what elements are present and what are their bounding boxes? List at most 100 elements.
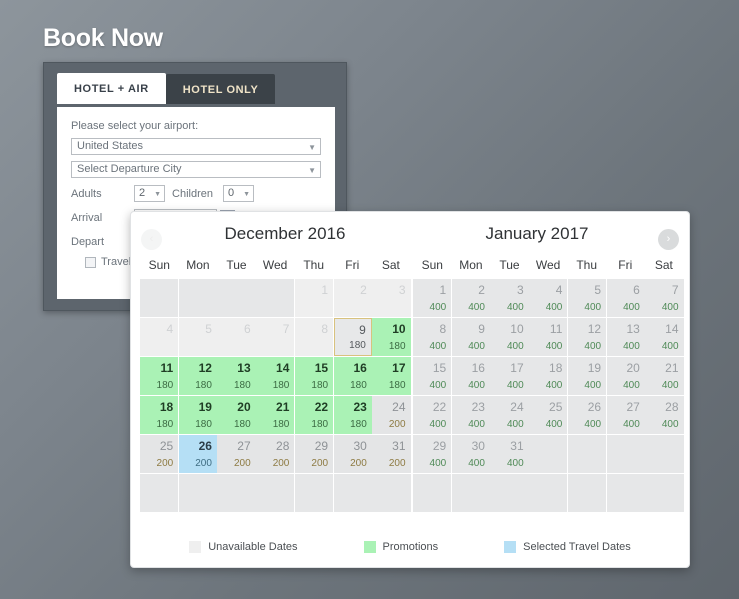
calendar-day-price: 400 — [506, 341, 524, 352]
calendar-day-cell[interactable]: 30 400 — [451, 435, 490, 473]
calendar-day-number: 9 — [359, 323, 366, 337]
calendar-empty-cell — [451, 474, 490, 512]
calendar-day-cell[interactable]: 27 200 — [217, 435, 256, 473]
calendar-day-cell[interactable]: 12 180 — [178, 357, 217, 395]
calendar-day-cell[interactable]: 10 180 — [372, 318, 411, 356]
calendar-day-number: 16 — [353, 361, 367, 375]
calendar-day-cell[interactable]: 27 400 — [606, 396, 645, 434]
calendar-day-cell[interactable]: 7 400 — [645, 279, 684, 317]
calendar-popup: ‹ December 2016 January 2017 › Sun Mon Tue… — [130, 211, 690, 568]
calendar-day-cell[interactable]: 16 180 — [333, 357, 372, 395]
calendar-day-price: 400 — [584, 302, 602, 313]
children-select[interactable]: 0 ▼ — [223, 185, 254, 202]
calendar-day-cell[interactable]: 28 400 — [645, 396, 684, 434]
calendar-day-number: 5 — [205, 322, 212, 336]
tab-hotel-only-label: HOTEL ONLY — [182, 84, 259, 96]
legend-swatch — [504, 541, 517, 553]
calendar-empty-cell — [372, 474, 411, 512]
calendar-day-cell[interactable]: 22 400 — [413, 396, 452, 434]
calendar-day-cell[interactable]: 7 — [256, 318, 295, 356]
calendar-day-cell[interactable]: 29 400 — [413, 435, 452, 473]
calendar-day-cell[interactable]: 31 200 — [372, 435, 411, 473]
calendar-day-cell[interactable]: 5 400 — [567, 279, 607, 317]
arrival-label: Arrival — [71, 211, 103, 224]
country-select[interactable]: United States ▼ — [71, 138, 321, 155]
chevron-down-icon: ▼ — [308, 143, 316, 152]
day-of-week-label: Mon — [186, 258, 210, 272]
country-select-value: United States — [77, 140, 144, 152]
calendar-day-cell[interactable]: 25 200 — [140, 435, 179, 473]
calendar-day-cell[interactable]: 11 400 — [529, 318, 568, 356]
calendar-day-cell[interactable]: 18 400 — [529, 357, 568, 395]
day-of-week-row: Sun Mon Tue Wed Thu Fri Sat — [140, 258, 411, 279]
calendar-day-price: 400 — [468, 419, 485, 430]
calendar-day-cell[interactable]: 19 400 — [567, 357, 607, 395]
calendar-day-cell[interactable]: 29 200 — [294, 435, 334, 473]
calendar-empty-cell — [256, 474, 295, 512]
calendar-day-cell[interactable]: 2 400 — [451, 279, 490, 317]
calendar-day-number: 27 — [626, 400, 640, 414]
calendar-day-cell[interactable]: 31 400 — [490, 435, 529, 473]
calendar-day-cell[interactable]: 9 180 — [333, 318, 372, 356]
calendar-day-cell[interactable]: 15 400 — [413, 357, 452, 395]
calendar-day-number: 11 — [160, 361, 174, 375]
calendar-day-number: 5 — [594, 283, 602, 297]
calendar-day-cell[interactable]: 23 400 — [451, 396, 490, 434]
calendar-day-cell[interactable]: 10 400 — [490, 318, 529, 356]
calendar-day-cell[interactable]: 2 — [333, 279, 372, 317]
calendar-day-cell[interactable]: 26 400 — [567, 396, 607, 434]
calendar-day-cell[interactable]: 30 200 — [333, 435, 372, 473]
tab-hotel-air[interactable]: HOTEL + AIR — [57, 73, 166, 104]
calendar-day-number: 29 — [314, 439, 329, 453]
travel-agent-checkbox[interactable] — [85, 256, 96, 268]
adults-select[interactable]: 2 ▼ — [134, 185, 165, 202]
calendar-day-cell[interactable]: 8 — [294, 318, 334, 356]
calendar-day-cell[interactable]: 3 400 — [490, 279, 529, 317]
calendar-day-price: 180 — [311, 419, 329, 430]
calendar-day-cell[interactable]: 6 — [217, 318, 256, 356]
adults-label: Adults — [71, 187, 102, 200]
calendar-day-cell[interactable]: 5 — [178, 318, 217, 356]
calendar-day-cell[interactable]: 9 400 — [451, 318, 490, 356]
calendar-day-cell[interactable]: 20 180 — [217, 396, 256, 434]
calendar-day-cell[interactable]: 17 400 — [490, 357, 529, 395]
calendar-day-number: 20 — [237, 400, 251, 414]
calendar-day-cell[interactable]: 1 — [294, 279, 334, 317]
calendar-day-cell[interactable]: 20 400 — [606, 357, 645, 395]
calendar-day-cell[interactable]: 16 400 — [451, 357, 490, 395]
calendar-day-cell[interactable]: 12 400 — [567, 318, 607, 356]
tab-hotel-air-label: HOTEL + AIR — [74, 83, 149, 95]
tab-hotel-only[interactable]: HOTEL ONLY — [165, 74, 276, 104]
calendar-day-cell[interactable]: 6 400 — [606, 279, 645, 317]
calendar-day-cell[interactable]: 3 — [372, 279, 411, 317]
calendar-day-cell[interactable]: 22 180 — [294, 396, 334, 434]
calendar-day-cell[interactable]: 14 400 — [645, 318, 684, 356]
next-month-button[interactable]: › — [658, 229, 679, 250]
calendar-day-cell[interactable]: 21 180 — [256, 396, 295, 434]
calendar-day-cell[interactable]: 17 180 — [372, 357, 411, 395]
calendar-day-cell[interactable]: 28 200 — [256, 435, 295, 473]
calendar-day-cell[interactable]: 4 — [140, 318, 179, 356]
day-of-week-label: Thu — [303, 258, 325, 272]
calendar-day-cell[interactable]: 24 200 — [372, 396, 411, 434]
calendar-day-cell[interactable]: 25 400 — [529, 396, 568, 434]
calendar-day-cell[interactable]: 21 400 — [645, 357, 684, 395]
calendar-day-price: 400 — [506, 419, 524, 430]
calendar-day-price: 180 — [195, 380, 212, 391]
calendar-day-cell[interactable]: 13 400 — [606, 318, 645, 356]
calendar-day-cell[interactable]: 8 400 — [413, 318, 452, 356]
calendar-day-cell[interactable]: 26 200 — [178, 435, 217, 473]
calendar-day-cell[interactable]: 14 180 — [256, 357, 295, 395]
chevron-right-icon: › — [666, 233, 671, 245]
calendar-day-cell[interactable]: 13 180 — [217, 357, 256, 395]
calendar-day-cell[interactable]: 23 180 — [333, 396, 372, 434]
calendar-day-cell[interactable]: 4 400 — [529, 279, 568, 317]
calendar-day-cell[interactable]: 18 180 — [140, 396, 179, 434]
calendar-day-cell[interactable]: 24 400 — [490, 396, 529, 434]
calendar-day-cell[interactable]: 15 180 — [294, 357, 334, 395]
calendar-day-cell[interactable]: 1 400 — [413, 279, 452, 317]
calendar-day-cell[interactable]: 11 180 — [140, 357, 179, 395]
calendar-header: ‹ December 2016 January 2017 › — [131, 212, 689, 258]
departure-city-select[interactable]: Select Departure City ▼ — [71, 161, 321, 178]
calendar-day-cell[interactable]: 19 180 — [178, 396, 217, 434]
